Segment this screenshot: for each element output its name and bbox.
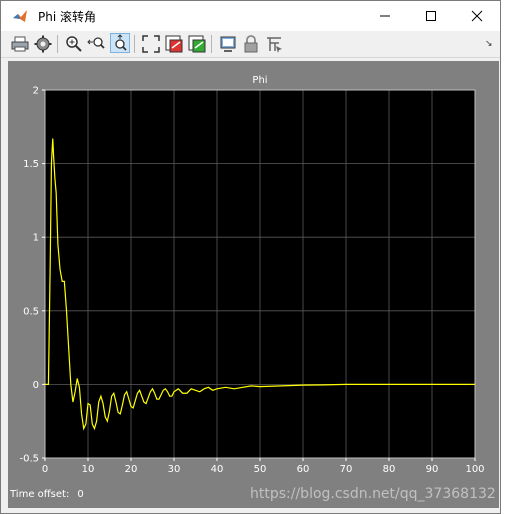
zoom-y-button[interactable] (110, 33, 130, 53)
toolbar-separator (211, 35, 212, 53)
gear-icon (34, 35, 52, 53)
autoscale-icon (142, 35, 160, 53)
window-title: Phi 滚转角 (38, 10, 96, 24)
y-tick-label: 2 (33, 86, 39, 97)
y-tick-label: 1 (33, 233, 39, 244)
maximize-button[interactable] (408, 1, 454, 31)
x-tick-label: 70 (340, 464, 353, 475)
y-tick-label: 1.5 (23, 159, 39, 170)
toolbar: ↘ (1, 31, 500, 58)
zoom-x-icon (87, 37, 105, 49)
toolbar-separator (57, 35, 58, 53)
matlab-logo-icon (13, 10, 27, 22)
time-offset-value: 0 (77, 489, 84, 500)
y-tick-label: 0.5 (23, 306, 39, 317)
toolbar-separator (134, 35, 135, 53)
x-tick-label: 20 (125, 464, 138, 475)
floating-scope-button[interactable] (218, 34, 238, 54)
plot-axes: 0 10 20 30 40 50 60 70 80 90 100-0.500.511.52Phi (19, 75, 484, 475)
printer-icon (11, 36, 29, 52)
x-tick-label: 80 (383, 464, 396, 475)
close-button[interactable] (454, 1, 500, 31)
x-tick-label: 100 (465, 464, 484, 475)
x-tick-label: 10 (82, 464, 95, 475)
parameters-button[interactable] (33, 34, 53, 54)
minimize-button[interactable] (362, 1, 408, 31)
title-bar[interactable]: Phi 滚转角 (1, 1, 500, 31)
lock-axes-button[interactable] (241, 34, 261, 54)
time-offset-readout: Time offset: 0 (10, 489, 84, 500)
maximize-icon (426, 10, 436, 21)
zoom-y-icon (115, 34, 127, 51)
watermark-text: https://blog.csdn.net/qq_37368132 (250, 486, 496, 502)
restore-axes-icon (188, 35, 206, 53)
scope-figure: 0 10 20 30 40 50 60 70 80 90 100 -0.5 0 0.5 1 1.5 2 Phi T… (8, 61, 499, 508)
scope-plot: 0 10 20 30 40 50 60 70 80 90 100-0.500.511.52Phi (19, 75, 484, 475)
x-tick-label: 0 (42, 464, 48, 475)
minimize-icon (380, 15, 390, 16)
save-axes-icon (165, 35, 183, 53)
autoscale-button[interactable] (141, 34, 161, 54)
x-tick-label: 40 (211, 464, 224, 475)
x-tick-label: 30 (168, 464, 181, 475)
y-tick-label: -0.5 (19, 454, 39, 465)
floating-scope-icon (220, 36, 236, 52)
signal-selection-button[interactable] (264, 34, 284, 54)
x-tick-label: 90 (426, 464, 439, 475)
time-offset-label: Time offset: (10, 489, 70, 500)
signal-selection-icon (267, 37, 282, 53)
zoom-x-button[interactable] (87, 34, 107, 54)
restore-axes-settings-button[interactable] (187, 34, 207, 54)
scope-window: Phi 滚转角 ↘ 0 10 20 30 40 50 60 70 80 90 1… (0, 0, 501, 514)
zoom-in-icon (66, 36, 82, 52)
chart-title: Phi (252, 75, 267, 86)
lock-icon (244, 35, 258, 53)
print-button[interactable] (10, 34, 30, 54)
y-tick-label: 0 (33, 380, 39, 391)
dock-arrow-icon[interactable]: ↘ (485, 39, 493, 49)
zoom-in-button[interactable] (64, 34, 84, 54)
x-tick-label: 50 (254, 464, 267, 475)
close-icon (471, 10, 483, 21)
x-tick-label: 60 (297, 464, 310, 475)
save-axes-settings-button[interactable] (164, 34, 184, 54)
